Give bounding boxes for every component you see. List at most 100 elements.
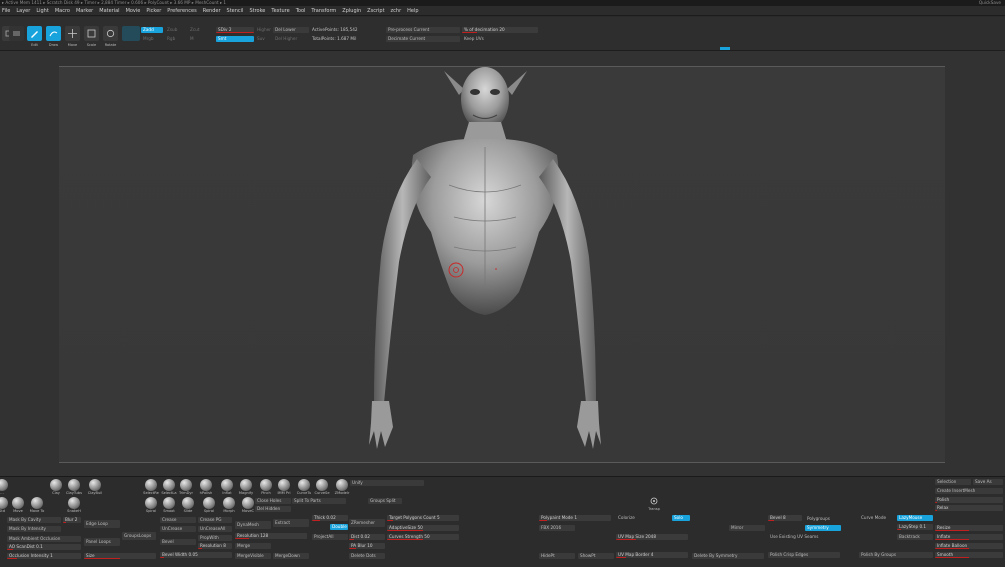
menu-file[interactable]: File <box>2 6 10 16</box>
menu-stencil[interactable]: Stencil <box>227 6 244 16</box>
brush-smoot[interactable]: Smoot <box>161 497 177 513</box>
mask-by-cavity-button[interactable]: Mask By Cavity <box>7 517 61 523</box>
menu-transform[interactable]: Transform <box>311 6 336 16</box>
brush-move-to[interactable]: Move To <box>29 497 45 513</box>
bevel-button[interactable]: Bevel <box>160 539 196 545</box>
menu-help[interactable]: Help <box>407 6 418 16</box>
resolution-slider[interactable]: Resolution 128 <box>235 533 307 539</box>
polish-crisp-edges-button[interactable]: Polish Crisp Edges <box>768 552 840 558</box>
mask-ambient-occlusion-button[interactable]: Mask Ambient Occlusion <box>7 536 81 542</box>
backtrack-button[interactable]: Backtrack <box>897 534 933 540</box>
del-lower-button[interactable]: Del Lower <box>273 27 309 33</box>
scale-button[interactable]: Scale <box>84 26 99 47</box>
polygroups-button[interactable]: Polygroups <box>805 516 841 522</box>
create-insertmesh-button[interactable]: Create InsertMesh <box>935 488 1003 494</box>
polish-slider[interactable]: Polish <box>935 497 1003 503</box>
rotate-button[interactable]: Rotate <box>103 26 118 47</box>
colorize-button[interactable]: Colorize <box>616 515 652 521</box>
rgb-button[interactable]: Rgb <box>165 36 185 42</box>
save-as-button[interactable]: Save As <box>973 479 1003 485</box>
del-higher-button[interactable]: Del Higher <box>273 36 309 42</box>
size-slider[interactable]: Size <box>84 553 156 559</box>
edit-button[interactable]: Edit <box>27 26 42 47</box>
menu-preferences[interactable]: Preferences <box>167 6 196 16</box>
brush-inflat[interactable]: Inflat <box>219 479 235 495</box>
adaptive-size-slider[interactable]: AdaptiveSize 50 <box>387 525 459 531</box>
showpt-button[interactable]: ShowPt <box>578 553 614 559</box>
ao-scandist-slider[interactable]: AO ScanDist 0.1 <box>7 544 81 550</box>
menu-stroke[interactable]: Stroke <box>249 6 265 16</box>
mrgb-button[interactable]: Mrgb <box>141 36 163 42</box>
menu-zchr[interactable]: zchr <box>391 6 402 16</box>
mask-by-intensity-button[interactable]: Mask By Intensity <box>7 526 61 532</box>
zadd-button[interactable]: Zadd <box>141 27 163 33</box>
brush-zmodelr[interactable]: ZModelr <box>334 479 350 495</box>
fbx-2016-button[interactable]: FBX 2016 <box>539 525 575 531</box>
menu-layer[interactable]: Layer <box>16 6 30 16</box>
curve-mode-button[interactable]: Curve Mode <box>859 515 895 521</box>
groups-loops-button[interactable]: GroupsLoops <box>122 532 156 540</box>
menu-light[interactable]: Light <box>36 6 48 16</box>
symmetry-toggle[interactable]: Symmetry <box>805 525 841 531</box>
brush-spiral[interactable]: Spiral <box>201 497 217 513</box>
brush-claytubs[interactable]: ClayTubs <box>66 479 82 495</box>
menu-marker[interactable]: Marker <box>76 6 93 16</box>
uncrease-all-button[interactable]: UnCreaseAll <box>198 526 232 532</box>
lazymouse-toggle[interactable]: LazyMouse <box>897 515 933 521</box>
dist-slider[interactable]: Dist 0.02 <box>349 534 385 540</box>
selection-button[interactable]: Selection <box>935 479 971 485</box>
polypaint-mode-slider[interactable]: Polypaint Mode 1 <box>539 515 611 521</box>
brush-move[interactable]: Move <box>10 497 26 513</box>
solo-button[interactable]: Solo <box>672 515 690 521</box>
menu-material[interactable]: Material <box>99 6 119 16</box>
use-existing-uv-button[interactable]: Use Existing UV Seams <box>768 534 840 540</box>
polish-by-groups-button[interactable]: Polish By Groups <box>859 552 933 558</box>
brush-imm-pri[interactable]: IMM Pri <box>276 479 292 495</box>
del-hidden-button[interactable]: Del Hidden <box>255 506 291 512</box>
propwith-button[interactable]: PropWith <box>198 535 232 541</box>
merge-down-button[interactable]: MergeDown <box>273 553 309 559</box>
pa-blur-slider[interactable]: PA Blur 10 <box>349 543 385 549</box>
menu-picker[interactable]: Picker <box>146 6 161 16</box>
bevel-count-slider[interactable]: Bevel 8 <box>768 515 802 521</box>
project-all-button[interactable]: ProjectAll <box>312 534 348 540</box>
delete-by-symmetry-button[interactable]: Delete By Symmetry <box>692 553 764 559</box>
suv-button[interactable]: Suv <box>255 36 271 42</box>
preprocess-button[interactable]: Pre-process Current <box>386 27 460 33</box>
crease-pg-button[interactable]: Crease PG <box>198 517 232 523</box>
merge-button[interactable]: Merge <box>235 543 271 549</box>
menu-zplugin[interactable]: Zplugin <box>342 6 361 16</box>
sdiv-slider[interactable]: SDiv 2 <box>216 27 254 33</box>
split-to-parts-button[interactable]: Split To Parts <box>292 498 346 504</box>
close-holes-button[interactable]: Close Holes <box>255 498 291 504</box>
brush-hpolish[interactable]: hPolish <box>198 479 214 495</box>
menu-macro[interactable]: Macro <box>55 6 70 16</box>
edge-loop-button[interactable]: Edge Loop <box>84 520 120 528</box>
inflate-slider[interactable]: Inflate <box>935 534 1003 540</box>
brush-morph[interactable]: Morph <box>221 497 237 513</box>
brush-snakeh[interactable]: SnakeH <box>66 497 82 513</box>
thick-slider[interactable]: Thick 0.02 <box>312 515 348 521</box>
mirror-button[interactable]: Mirror <box>729 525 765 531</box>
relax-slider[interactable]: Relax <box>935 505 1003 511</box>
brush-slide[interactable]: Slide <box>180 497 196 513</box>
brush--[interactable]: ... <box>0 479 10 495</box>
document-canvas[interactable] <box>59 66 945 463</box>
material-swatch[interactable] <box>122 26 140 41</box>
crease-button[interactable]: Crease <box>160 517 196 523</box>
brush-trimdyr[interactable]: TrimDyr <box>178 479 194 495</box>
groups-split-button[interactable]: Groups Split <box>368 498 402 504</box>
blur-slider[interactable]: Blur 2 <box>63 517 81 523</box>
smooth-slider[interactable]: Smooth <box>935 552 1003 558</box>
draw-button[interactable]: Draw <box>46 26 61 47</box>
brush-movec[interactable]: MoveC <box>240 497 256 513</box>
delete-dots-button[interactable]: Delete Dots <box>349 553 385 559</box>
occlusion-intensity-slider[interactable]: Occlusion Intensity 1 <box>7 553 81 559</box>
keep-uvs-toggle[interactable]: Keep UVs <box>462 36 538 42</box>
transp-button[interactable]: Transp <box>648 497 660 511</box>
m-button[interactable]: M <box>188 36 198 42</box>
brush-magnify[interactable]: Magnify <box>238 479 254 495</box>
lightbox-button[interactable] <box>9 26 24 41</box>
decimate-button[interactable]: Decimate Current <box>386 36 460 42</box>
zcut-button[interactable]: Zcut <box>188 27 204 33</box>
